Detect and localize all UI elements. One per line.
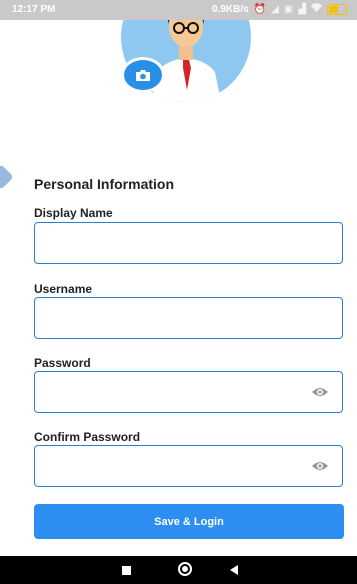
home-icon[interactable] (178, 562, 192, 576)
confirm-password-visibility-toggle-icon[interactable] (311, 460, 329, 472)
password-label: Password (34, 356, 91, 370)
sim-icon: ▣ (283, 3, 294, 15)
edge-decoration (0, 164, 14, 190)
username-input[interactable] (34, 297, 343, 339)
status-icons: 0.9KB/s ⏰ ◢ ▣ ▟ (212, 3, 347, 15)
alarm-icon: ⏰ (253, 3, 267, 15)
back-icon[interactable] (230, 565, 238, 575)
display-name-input[interactable] (34, 222, 343, 264)
display-name-label: Display Name (34, 206, 113, 220)
wifi-icon (311, 3, 322, 15)
status-time: 12:17 PM (12, 4, 56, 15)
password-input[interactable] (34, 371, 343, 413)
recents-icon[interactable] (122, 566, 131, 575)
signal-icon: ◢ (271, 3, 279, 15)
confirm-password-label: Confirm Password (34, 430, 141, 444)
camera-icon (136, 69, 150, 81)
app-screen: 12:17 PM 0.9KB/s ⏰ ◢ ▣ ▟ Personal Inform… (0, 0, 357, 584)
system-nav-bar (0, 556, 357, 584)
signal-bars-icon: ▟ (298, 3, 306, 15)
network-speed: 0.9KB/s (212, 3, 249, 15)
battery-icon (327, 3, 347, 15)
section-title: Personal Information (34, 176, 175, 192)
save-and-login-button[interactable]: Save & Login (34, 504, 344, 539)
change-photo-button[interactable] (121, 57, 165, 93)
confirm-password-input[interactable] (34, 445, 343, 487)
username-label: Username (34, 282, 93, 296)
status-bar: 12:17 PM 0.9KB/s ⏰ ◢ ▣ ▟ (0, 0, 357, 20)
password-visibility-toggle-icon[interactable] (311, 386, 329, 398)
